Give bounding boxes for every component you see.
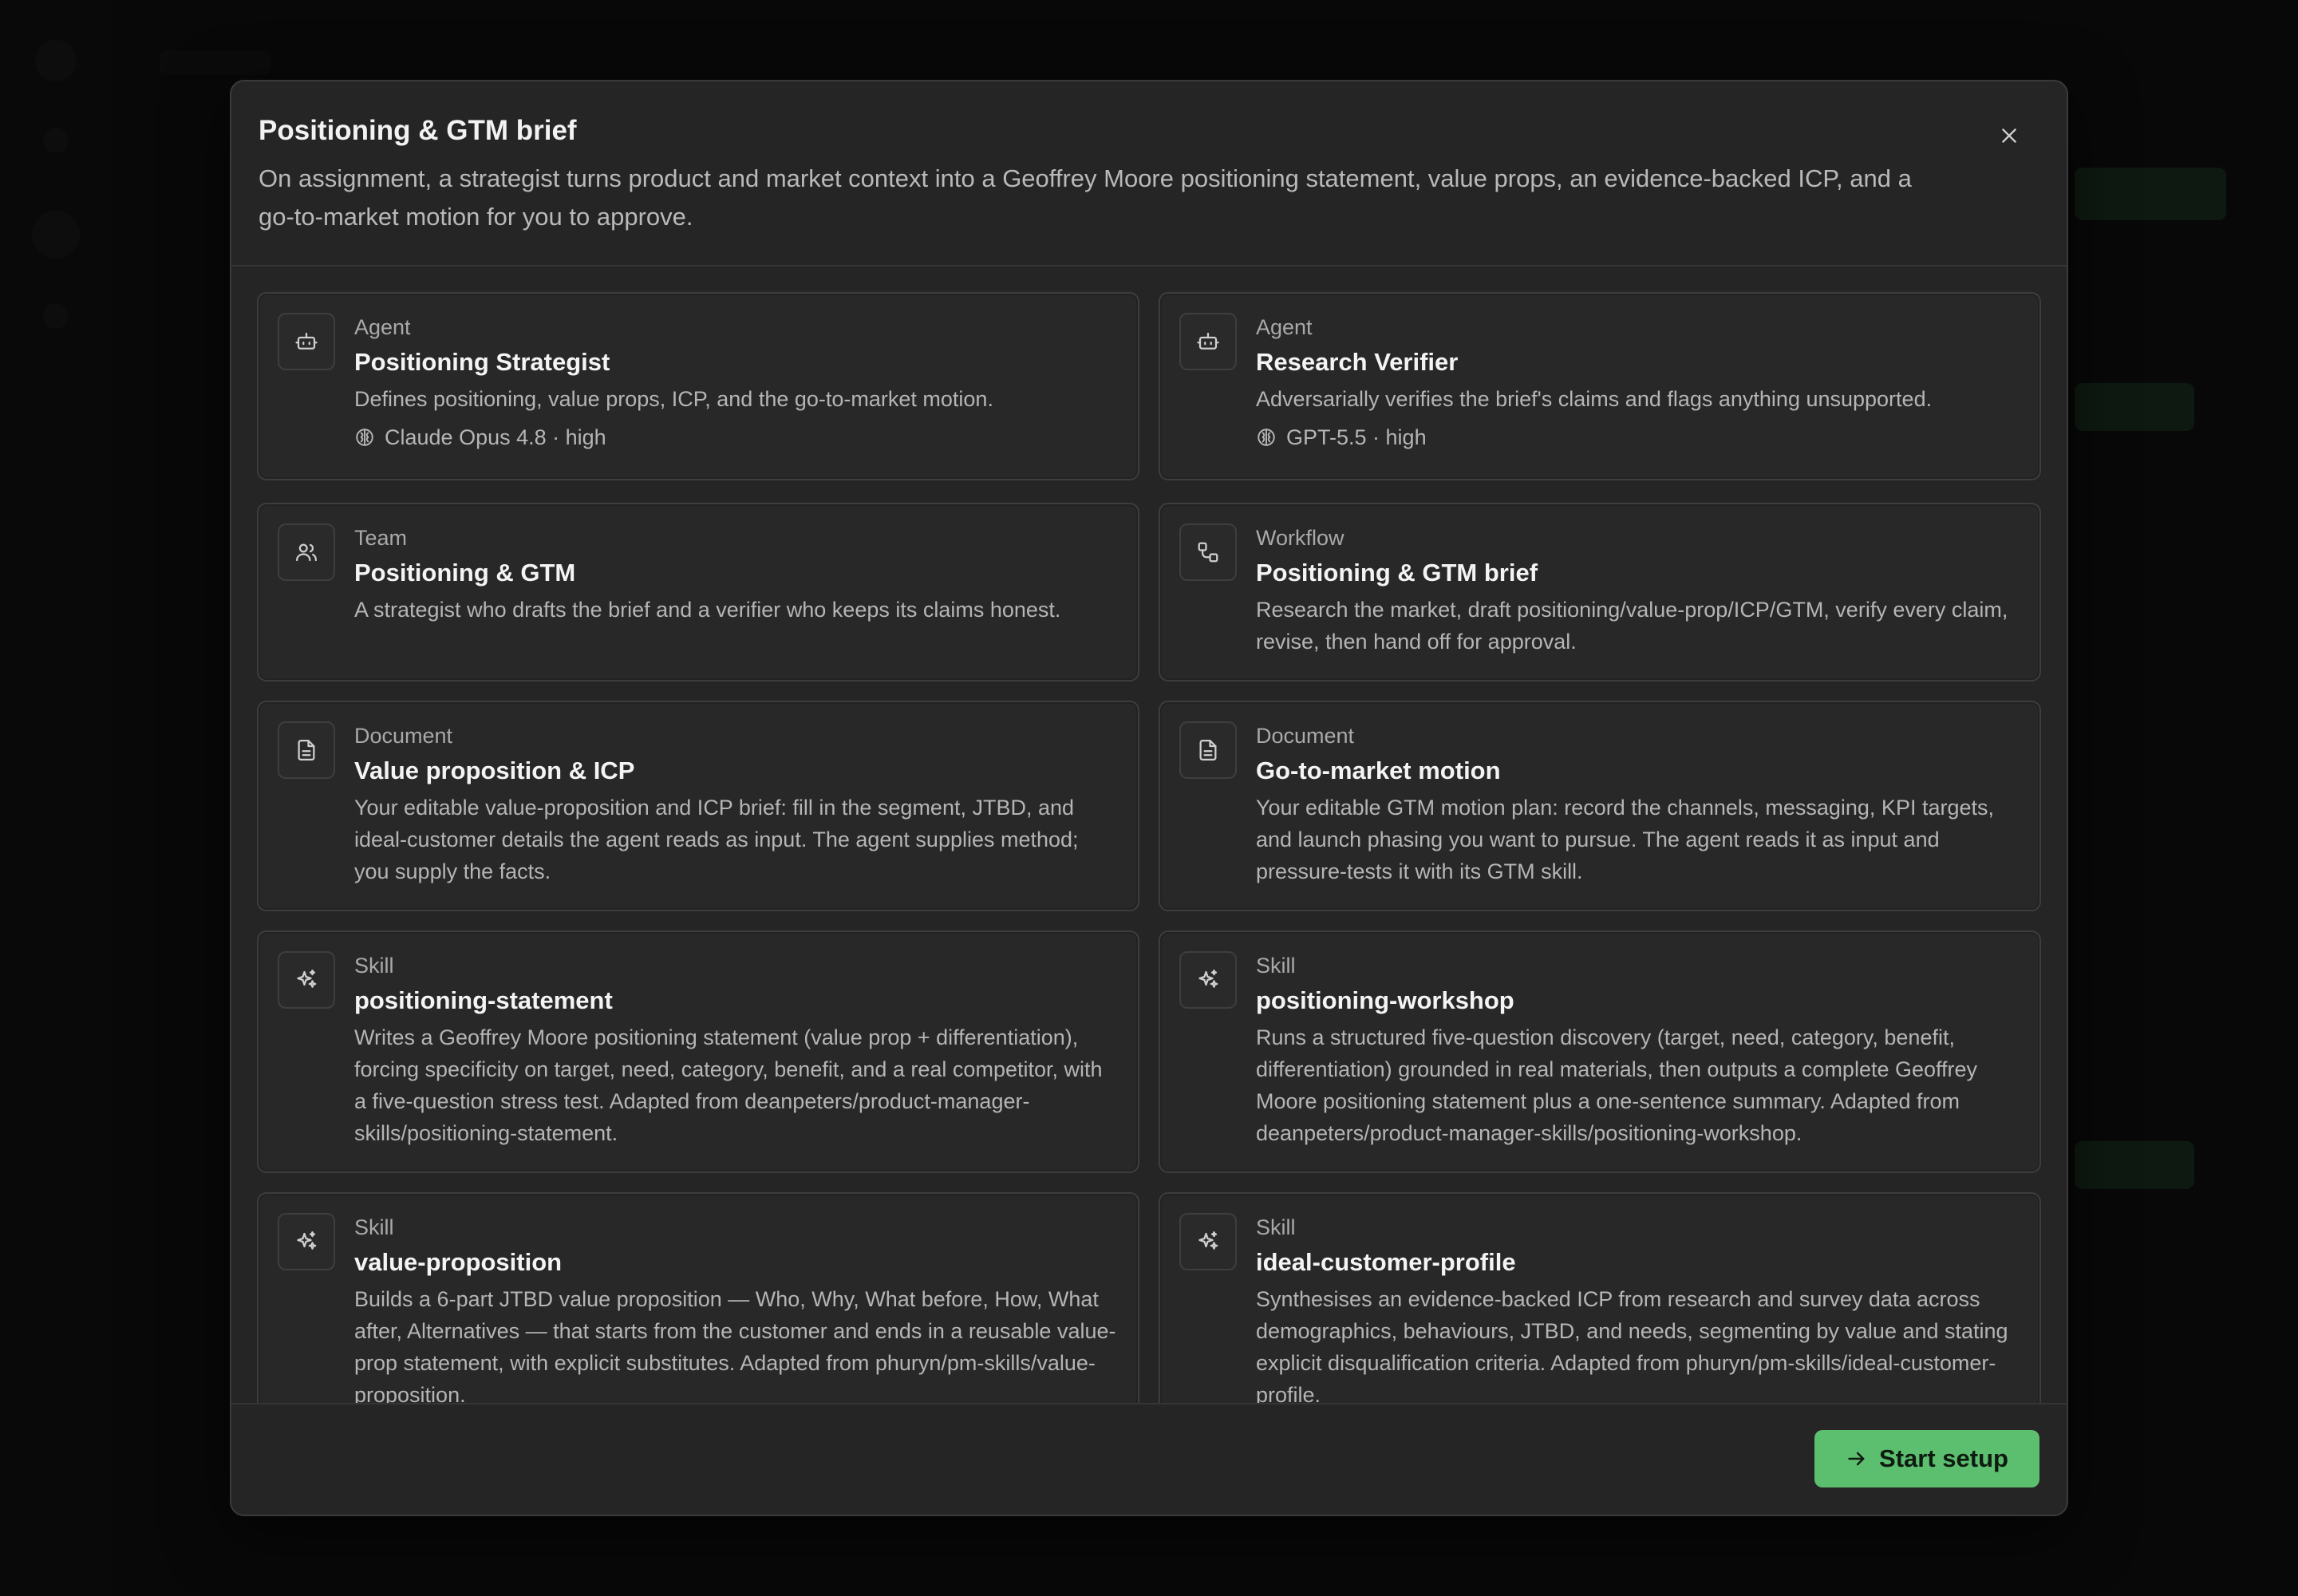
card-type: Skill [354,1215,394,1239]
bot-icon [295,332,318,350]
card-type: Skill [1256,1215,1296,1239]
card-name: Value proposition & ICP [354,757,635,784]
card-text: Skill value-proposition Builds a 6-part … [354,1213,1119,1411]
card-icon-frame [278,523,335,581]
card-name: Positioning & GTM [354,559,576,587]
card-text: Agent Positioning Strategist Defines pos… [354,313,1119,453]
card-text: Skill ideal-customer-profile Synthesises… [1256,1213,2020,1411]
close-button[interactable] [1990,117,2028,155]
card-type: Skill [354,954,394,978]
card-document-go-to-market-motion[interactable]: Document Go-to-market motion Your editab… [1159,701,2041,911]
card-icon-frame [1179,721,1237,779]
card-type: Team [354,526,408,550]
card-description: Research the market, draft positioning/v… [1256,598,2008,654]
model-label: Claude Opus 4.8 · high [385,425,606,449]
card-description: Builds a 6-part JTBD value proposition —… [354,1287,1116,1407]
card-name: Positioning & GTM brief [1256,559,1538,587]
card-description: A strategist who drafts the brief and a … [354,598,1061,622]
card-skill-positioning-statement[interactable]: Skill positioning-statement Writes a Geo… [257,930,1139,1173]
card-team-positioning-gtm[interactable]: Team Positioning & GTM A strategist who … [257,503,1139,681]
card-name: value-proposition [354,1248,563,1276]
card-icon-frame [278,1213,335,1270]
card-name: positioning-workshop [1256,986,1514,1014]
card-text: Document Value proposition & ICP Your ed… [354,721,1119,887]
sparkle-icon [297,970,317,988]
dialog-body[interactable]: Agent Positioning Strategist Defines pos… [231,268,2067,1486]
card-description: Writes a Geoffrey Moore positioning stat… [354,1025,1103,1145]
card-icon-frame [1179,1213,1237,1270]
brain-icon [1258,429,1275,446]
card-agent-research-verifier[interactable]: Agent Research Verifier Adversarially ve… [1159,292,2041,480]
card-text: Skill positioning-workshop Runs a struct… [1256,951,2020,1149]
dialog-footer: Start setup [231,1403,2067,1515]
card-icon-frame [1179,951,1237,1009]
document-icon [1199,740,1217,760]
dialog-title: Positioning & GTM brief [259,115,577,146]
card-type: Agent [354,315,411,339]
card-description: Adversarially verifies the brief's claim… [1256,387,1933,411]
card-type: Skill [1256,954,1296,978]
card-icon-frame [278,951,335,1009]
card-text: Document Go-to-market motion Your editab… [1256,721,2020,887]
document-icon [298,740,315,760]
card-model: GPT-5.5 · high [1256,421,2020,453]
card-agent-positioning-strategist[interactable]: Agent Positioning Strategist Defines pos… [257,292,1139,480]
card-name: Research Verifier [1256,348,1459,376]
card-icon-frame [278,721,335,779]
card-name: positioning-statement [354,986,613,1014]
dialog-header: Positioning & GTM brief On assignment, a… [231,81,2067,267]
card-workflow-positioning-gtm-brief[interactable]: Workflow Positioning & GTM brief Researc… [1159,503,2041,681]
start-setup-button[interactable]: Start setup [1814,1430,2039,1487]
brain-icon [356,429,373,446]
sparkle-icon [1198,1231,1218,1250]
card-text: Team Positioning & GTM A strategist who … [354,523,1119,626]
card-icon-frame [278,313,335,370]
card-text: Workflow Positioning & GTM brief Researc… [1256,523,2020,658]
card-document-value-proposition-icp[interactable]: Document Value proposition & ICP Your ed… [257,701,1139,911]
card-type: Agent [1256,315,1313,339]
card-skill-positioning-workshop[interactable]: Skill positioning-workshop Runs a struct… [1159,930,2041,1173]
card-name: Positioning Strategist [354,348,610,376]
card-description: Runs a structured five-question discover… [1256,1025,1978,1145]
card-name: Go-to-market motion [1256,757,1501,784]
card-description: Your editable value-proposition and ICP … [354,796,1079,883]
card-type: Workflow [1256,526,1344,550]
dialog-description: On assignment, a strategist turns produc… [259,164,1912,231]
sparkle-icon [1198,970,1218,988]
sparkle-icon [297,1231,317,1250]
card-model: Claude Opus 4.8 · high [354,421,1119,453]
card-type: Document [1256,724,1355,748]
card-text: Agent Research Verifier Adversarially ve… [1256,313,2020,453]
card-name: ideal-customer-profile [1256,1248,1516,1276]
card-icon-frame [1179,313,1237,370]
workflow-icon [1198,542,1218,563]
card-description: Your editable GTM motion plan: record th… [1256,796,1995,883]
model-label: GPT-5.5 · high [1286,425,1427,449]
bot-icon [1197,332,1219,350]
users-icon [296,543,317,562]
card-icon-frame [1179,523,1237,581]
close-icon [2002,128,2016,143]
arrow-right-icon [1848,1452,1865,1466]
card-text: Skill positioning-statement Writes a Geo… [354,951,1119,1149]
card-description: Defines positioning, value props, ICP, a… [354,387,993,411]
card-description: Synthesises an evidence-backed ICP from … [1256,1287,2008,1407]
template-dialog: Positioning & GTM brief On assignment, a… [230,80,2068,1516]
start-setup-label: Start setup [1879,1444,2008,1472]
card-type: Document [354,724,453,748]
